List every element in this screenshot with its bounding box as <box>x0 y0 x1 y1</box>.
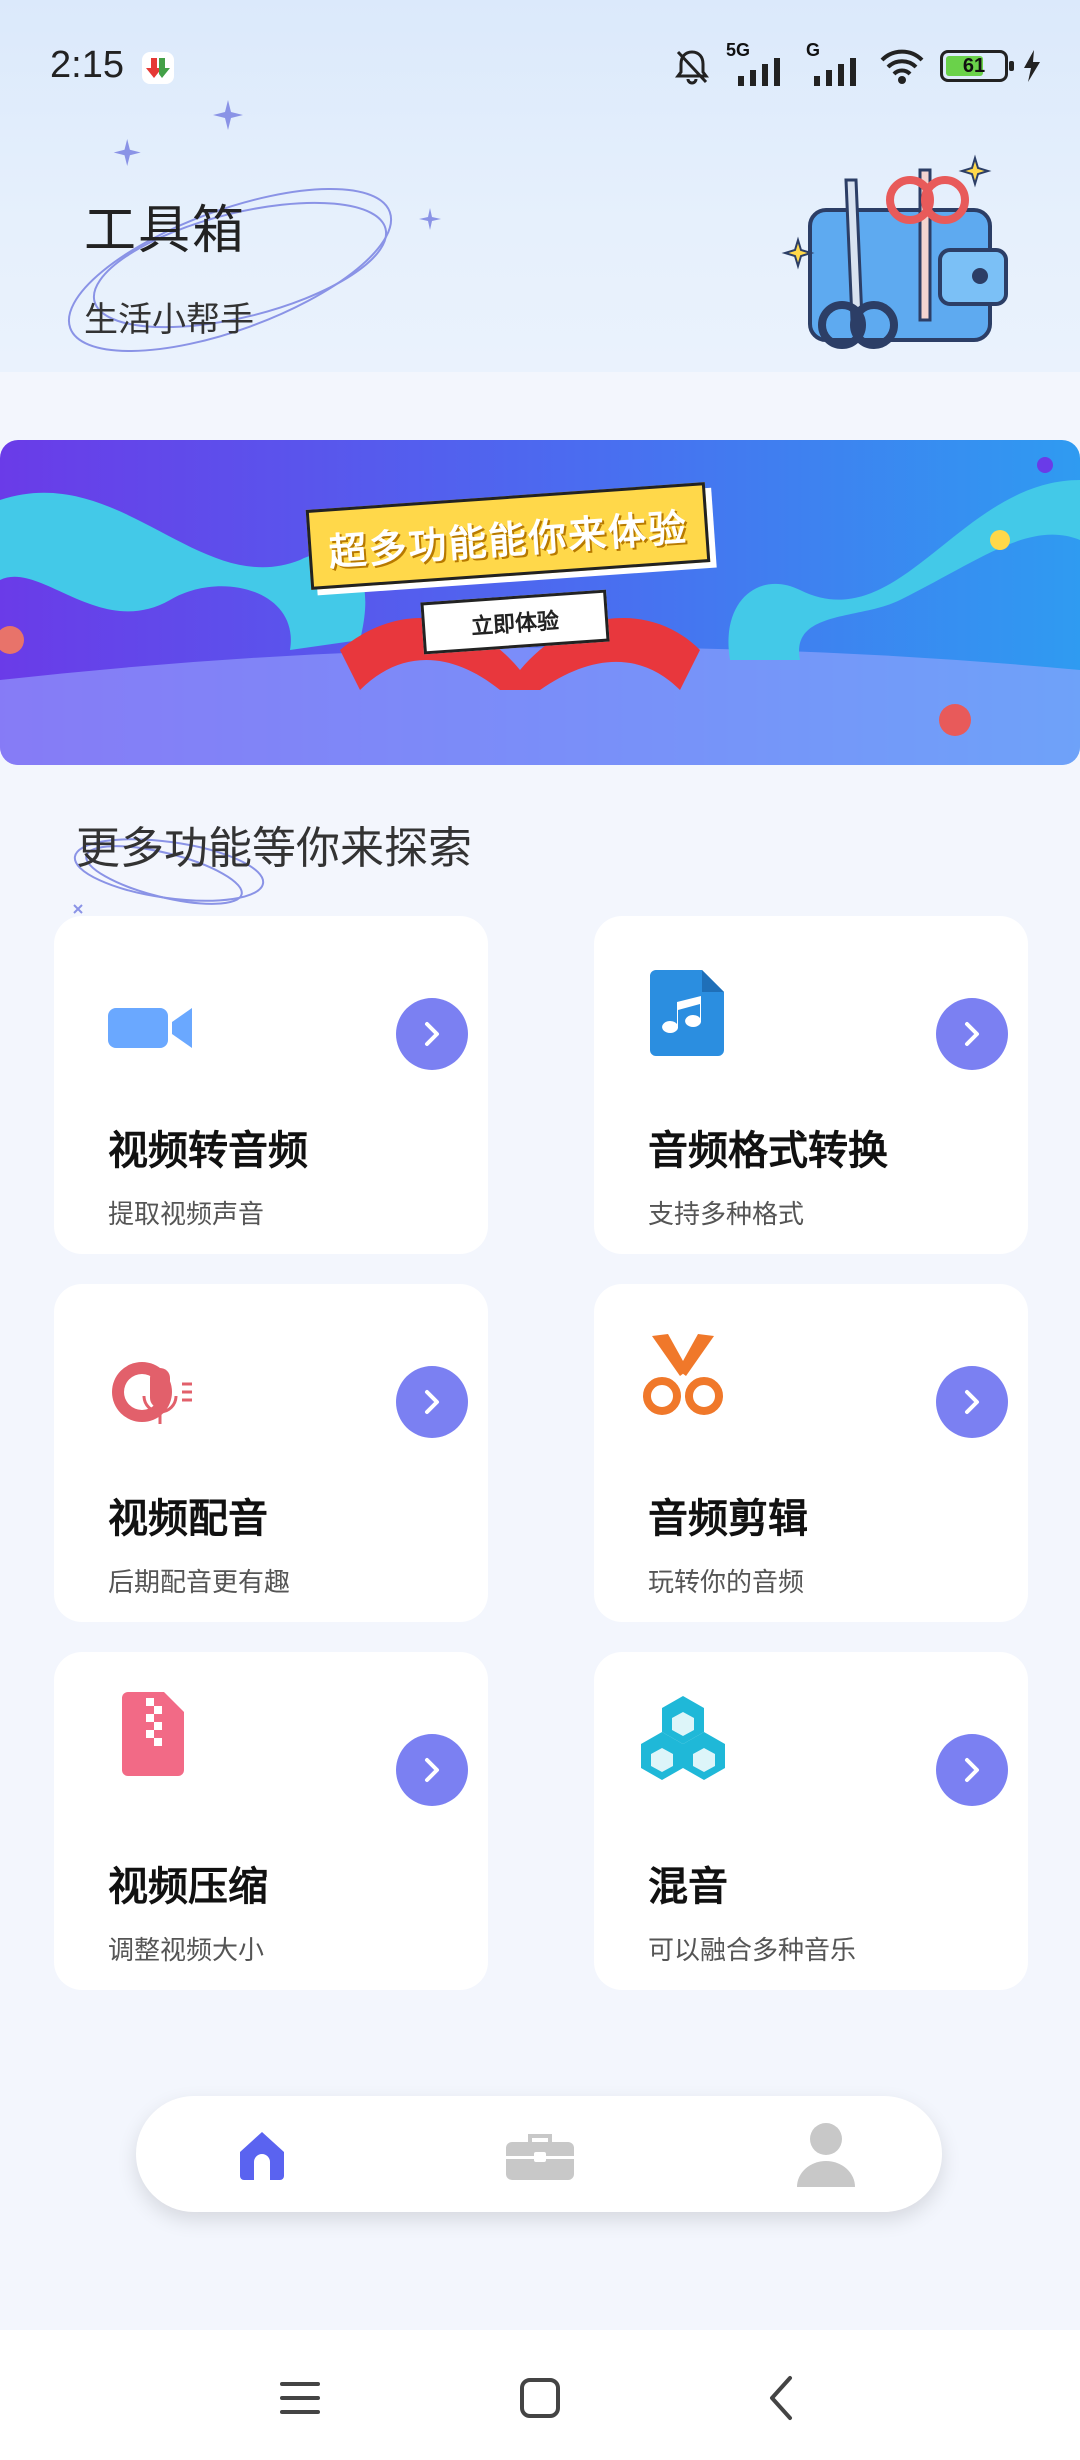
tools-illustration-icon <box>781 154 1008 349</box>
download-app-icon <box>142 52 174 84</box>
feature-card-mixing[interactable]: 混音 可以融合多种音乐 <box>594 1652 1028 1990</box>
card-title: 视频压缩 <box>108 1864 268 1910</box>
signal-5g: 5G <box>726 40 792 86</box>
feature-card-audio-format-convert[interactable]: 音频格式转换 支持多种格式 <box>594 916 1028 1254</box>
status-time: 2:15 <box>50 44 124 86</box>
section-heading: 更多功能等你来探索 <box>76 823 472 874</box>
page-subtitle: 生活小帮手 <box>84 300 254 340</box>
microphone-icon <box>112 1362 192 1424</box>
wifi-icon <box>880 49 924 84</box>
promo-banner[interactable]: 超多功能能你来体验 立即体验 <box>0 440 1080 765</box>
bottom-nav <box>136 2096 942 2212</box>
chevron-right-icon[interactable] <box>936 1366 1008 1438</box>
chevron-right-icon[interactable] <box>936 998 1008 1070</box>
nav-profile[interactable] <box>786 2116 866 2192</box>
menu-icon <box>280 2382 320 2414</box>
signal-g: G <box>806 40 864 86</box>
home-button[interactable] <box>510 2368 570 2428</box>
card-title: 音频剪辑 <box>648 1496 808 1542</box>
chevron-right-icon[interactable] <box>396 1366 468 1438</box>
video-camera-icon <box>108 1008 192 1048</box>
feature-card-video-compress[interactable]: 视频压缩 调整视频大小 <box>54 1652 488 1990</box>
card-desc: 可以融合多种音乐 <box>648 1936 857 1966</box>
card-desc: 支持多种格式 <box>648 1200 805 1230</box>
profile-icon <box>797 2123 855 2187</box>
card-desc: 玩转你的音频 <box>648 1568 805 1598</box>
nav-toolbox[interactable] <box>500 2116 580 2192</box>
nav-home[interactable] <box>222 2116 302 2192</box>
signal-bars-icon <box>738 58 780 86</box>
header: 2:15 5G G 61 工具箱 生活小帮手 <box>0 0 1080 372</box>
feature-card-audio-edit[interactable]: 音频剪辑 玩转你的音频 <box>594 1284 1028 1622</box>
card-desc: 提取视频声音 <box>108 1200 265 1230</box>
blocks-icon <box>641 1696 725 1780</box>
card-desc: 调整视频大小 <box>108 1936 265 1966</box>
charging-icon <box>1024 50 1040 82</box>
back-button[interactable] <box>752 2368 812 2428</box>
recents-button[interactable] <box>270 2368 330 2428</box>
card-title: 视频配音 <box>108 1496 268 1542</box>
battery-icon: 61 <box>940 50 1014 82</box>
card-title: 视频转音频 <box>108 1128 308 1174</box>
feature-card-video-dubbing[interactable]: 视频配音 后期配音更有趣 <box>54 1284 488 1622</box>
feature-card-video-to-audio[interactable]: 视频转音频 提取视频声音 <box>54 916 488 1254</box>
scissors-icon <box>643 1334 723 1415</box>
page-title: 工具箱 <box>84 201 247 261</box>
card-title: 混音 <box>648 1864 728 1910</box>
bell-off-icon <box>675 50 709 85</box>
chevron-right-icon[interactable] <box>396 998 468 1070</box>
back-chevron-icon <box>770 2376 792 2420</box>
card-desc: 后期配音更有趣 <box>108 1568 291 1598</box>
music-file-icon <box>650 970 724 1056</box>
chevron-right-icon[interactable] <box>936 1734 1008 1806</box>
chevron-right-icon[interactable] <box>396 1734 468 1806</box>
status-icons: 5G G 61 <box>672 40 1042 88</box>
signal-bars-icon <box>814 58 856 86</box>
zip-file-icon <box>122 1692 184 1776</box>
card-title: 音频格式转换 <box>648 1128 888 1174</box>
home-icon <box>240 2132 284 2180</box>
toolbox-icon <box>506 2134 574 2180</box>
square-icon <box>520 2378 560 2418</box>
system-nav-bar <box>0 2330 1080 2460</box>
